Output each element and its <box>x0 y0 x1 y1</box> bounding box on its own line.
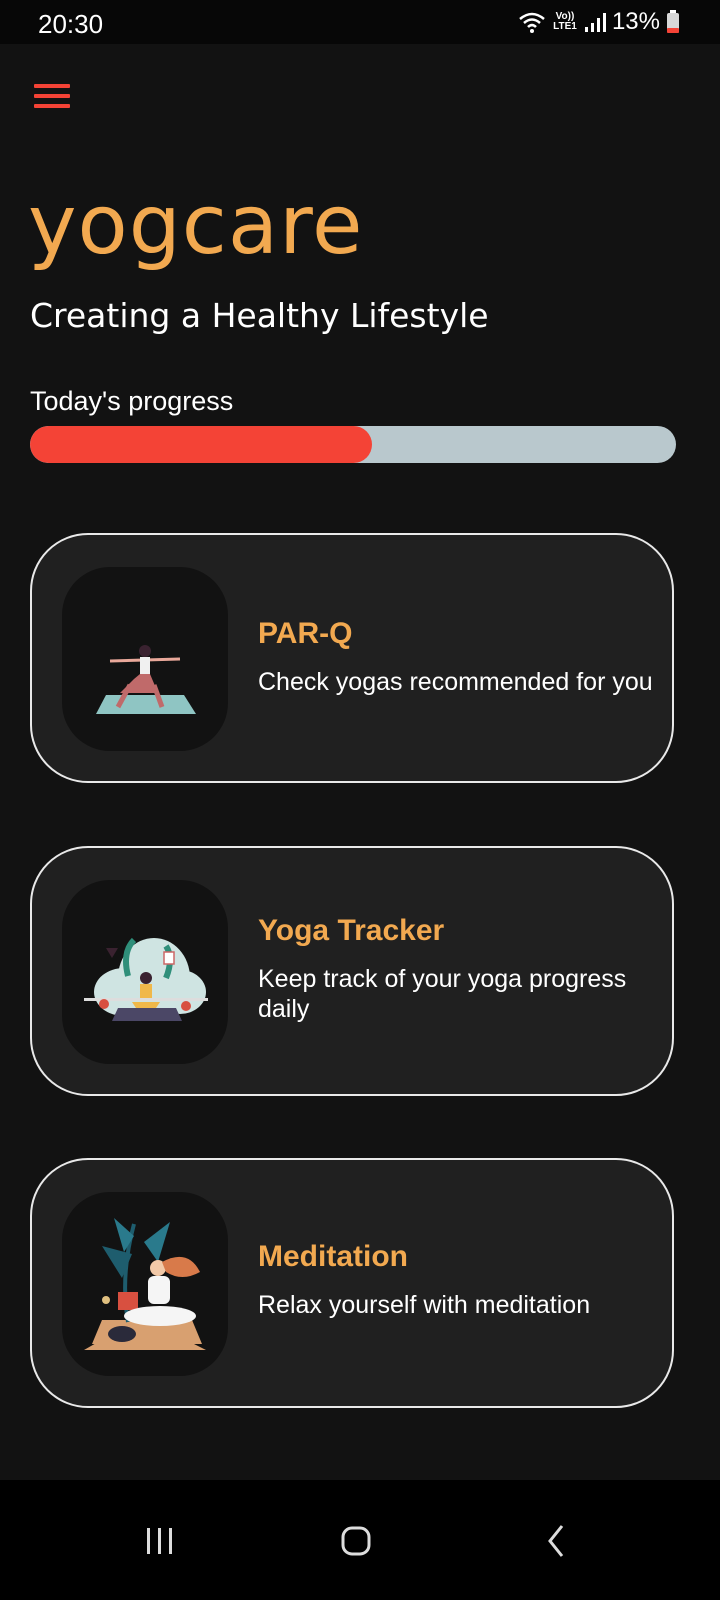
system-navigation-bar <box>0 1480 720 1600</box>
progress-bar-fill <box>30 426 373 463</box>
card-description: Relax yourself with meditation <box>258 1291 591 1319</box>
battery-icon <box>667 10 679 33</box>
back-icon[interactable] <box>520 1502 600 1582</box>
status-bar: 20:30 Vo)) LTE1 13% <box>0 0 720 44</box>
progress-bar <box>30 426 676 463</box>
status-icons: Vo)) LTE1 13% <box>518 8 680 36</box>
card-description: Check yogas recommended for you <box>258 668 653 696</box>
card-description: Keep track of your yoga progress daily <box>258 965 627 1023</box>
status-time: 20:30 <box>38 9 104 39</box>
app-screen: 20:30 Vo)) LTE1 13% yogcare Creating a H… <box>0 0 720 1600</box>
signal-icon <box>584 13 606 32</box>
card-title: Meditation <box>258 1240 408 1273</box>
card-title: Yoga Tracker <box>258 914 445 947</box>
recents-icon[interactable] <box>120 1502 200 1582</box>
card-meditation[interactable]: Meditation Relax yourself with meditatio… <box>30 1158 674 1408</box>
warrior-pose-illustration <box>62 567 228 751</box>
home-icon[interactable] <box>320 1502 400 1582</box>
card-title: PAR-Q <box>258 617 353 650</box>
lte-indicator: Vo)) LTE1 <box>553 11 577 32</box>
app-brand-title: yogcare <box>28 178 364 273</box>
meditating-woman-illustration <box>62 1192 228 1376</box>
app-tagline: Creating a Healthy Lifestyle <box>30 296 489 335</box>
battery-percent: 13% <box>611 8 660 35</box>
progress-label: Today's progress <box>30 386 234 416</box>
wifi-icon <box>519 12 545 33</box>
card-parq[interactable]: PAR-Q Check yogas recommended for you <box>30 533 674 783</box>
card-yoga-tracker[interactable]: Yoga Tracker Keep track of your yoga pro… <box>30 846 674 1096</box>
seated-yoga-plants-illustration <box>62 880 228 1064</box>
hamburger-menu-icon[interactable] <box>34 82 70 110</box>
